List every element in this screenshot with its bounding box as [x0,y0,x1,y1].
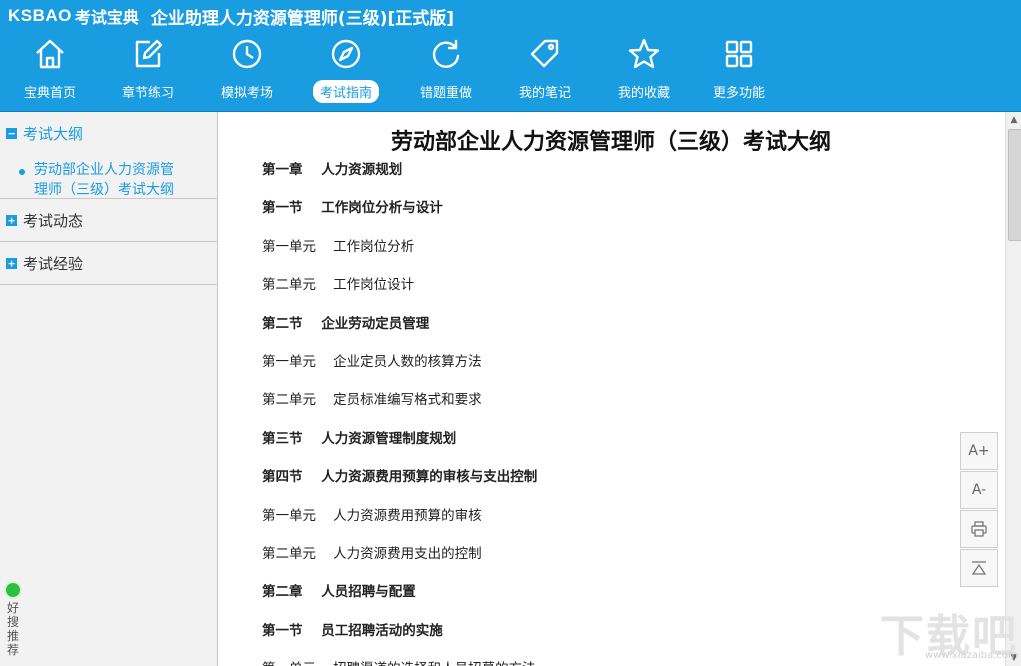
doc-line: 第一单元 人力资源费用预算的审核 [262,508,482,524]
sidebar-item-outline-doc[interactable]: 劳动部企业人力资源管 理师（三级）考试大纲 [0,154,217,198]
tag-icon [527,36,563,72]
grid-icon [721,36,757,72]
collapse-icon: − [6,127,17,139]
doc-line: 第二单元 人力资源费用支出的控制 [262,546,482,562]
nav-label: 我的笔记 [518,86,572,101]
scroll-up-arrow-icon[interactable]: ▲ [1006,112,1021,128]
nav-my-favorites[interactable]: 我的收藏 [604,34,684,104]
sidebar-item-label-line2: 理师（三级）考试大纲 [34,182,174,198]
sidebar-section-label: 考试大纲 [23,124,84,143]
sidebar-section-label: 考试动态 [23,211,84,230]
sidebar-section-outline-header[interactable]: − 考试大纲 [0,112,217,154]
nav-label: 章节练习 [121,86,175,101]
doc-line: 第一节 工作岗位分析与设计 [262,200,443,216]
app-header: KSBAO 考试宝典 企业助理人力资源管理师(三级)[正式版] 宝典首页 章节练… [0,0,1021,112]
watermark-url: www.xiazaiba.com [925,650,1018,661]
doc-line: 第一章 人力资源规划 [262,162,403,178]
doc-line: 第一单元 企业定员人数的核算方法 [262,354,482,370]
refresh-icon [428,36,464,72]
clock-icon [229,36,265,72]
nav-label: 考试指南 [312,80,380,103]
brand-logo: KSBAO [8,6,72,25]
doc-line: 第二章 人员招聘与配置 [262,584,416,600]
nav-label: 我的收藏 [617,86,671,101]
divider [0,284,217,285]
compass-icon [328,36,364,72]
edit-icon [130,36,166,72]
star-icon [626,36,662,72]
doc-line: 第三节 人力资源管理制度规划 [262,431,457,447]
sidebar-section-label: 考试经验 [23,254,84,273]
recommend-label: 好搜推荐 [7,601,20,657]
doc-line: 第二单元 工作岗位设计 [262,277,415,293]
doc-line: 第一单元 招聘渠道的选择和人员招募的方法 [262,657,536,666]
sidebar-section-experience: + 考试经验 [0,242,217,284]
app-title: 企业助理人力资源管理师(三级)[正式版] [150,8,454,29]
document-title: 劳动部企业人力资源管理师（三级）考试大纲 [390,130,831,155]
home-icon [32,36,68,72]
sidebar: − 考试大纲 劳动部企业人力资源管 理师（三级）考试大纲 + 考试动态 + 考试… [0,112,218,666]
status-dot-icon [4,581,22,599]
back-to-top-icon [970,561,988,581]
nav-more-features[interactable]: 更多功能 [699,34,779,104]
title-bar: KSBAO 考试宝典 企业助理人力资源管理师(三级)[正式版] [8,4,454,29]
vertical-scrollbar[interactable]: ▲ ▼ [1005,112,1021,666]
sidebar-section-news-header[interactable]: + 考试动态 [0,199,217,241]
expand-icon: + [6,214,17,226]
font-increase-button[interactable]: A+ [960,432,998,470]
sidebar-item-label-line1: 劳动部企业人力资源管 [34,162,174,178]
expand-icon: + [6,257,17,269]
doc-line: 第四节 人力资源费用预算的审核与支出控制 [262,469,538,485]
doc-line: 第二单元 定员标准编写格式和要求 [262,392,482,408]
font-decrease-button[interactable]: A- [960,471,998,509]
reader-tools: A+ A- [960,432,998,588]
nav-mock-exam[interactable]: 模拟考场 [207,34,287,104]
print-icon [970,521,988,542]
nav-label: 模拟考场 [220,86,274,101]
brand-name: 考试宝典 [74,8,139,27]
nav-redo-mistakes[interactable]: 错题重做 [406,34,486,104]
nav-chapter-practice[interactable]: 章节练习 [108,34,188,104]
nav-label: 错题重做 [419,86,473,101]
sidebar-section-outline: − 考试大纲 劳动部企业人力资源管 理师（三级）考试大纲 [0,112,217,198]
nav-exam-guide[interactable]: 考试指南 [306,34,386,104]
recommend-widget[interactable]: 好搜推荐 [3,581,23,657]
nav-home[interactable]: 宝典首页 [10,34,90,104]
back-to-top-button[interactable] [960,549,998,587]
bullet-dot-icon [19,169,25,175]
sidebar-section-news: + 考试动态 [0,199,217,241]
doc-line: 第一节 员工招聘活动的实施 [262,623,443,639]
nav-label: 宝典首页 [23,86,77,101]
document-view: 劳动部企业人力资源管理师（三级）考试大纲 第一章 人力资源规划 第一节 工作岗位… [219,112,1003,666]
doc-line: 第一单元 工作岗位分析 [262,239,415,255]
nav-label: 更多功能 [712,86,766,101]
doc-line: 第二节 企业劳动定员管理 [262,316,430,332]
scrollbar-thumb[interactable] [1008,129,1021,241]
sidebar-section-experience-header[interactable]: + 考试经验 [0,242,217,284]
print-button[interactable] [960,510,998,548]
nav-my-notes[interactable]: 我的笔记 [505,34,585,104]
